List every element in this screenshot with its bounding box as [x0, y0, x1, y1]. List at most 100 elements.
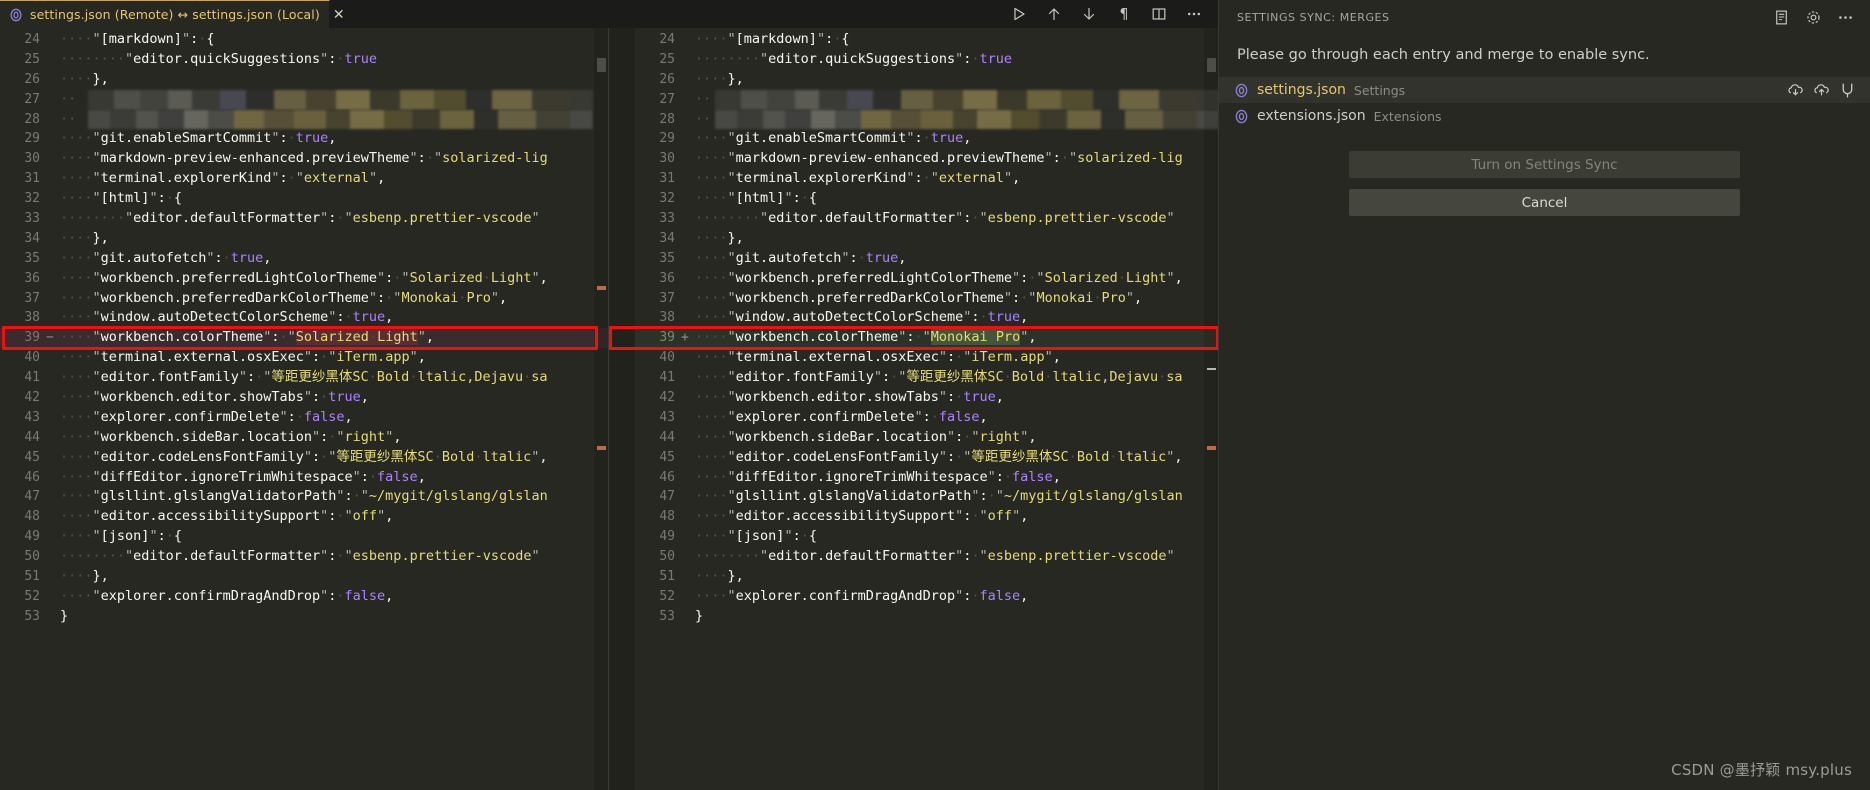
code-line[interactable]: 51 ····}, — [0, 567, 608, 587]
code-line[interactable]: 47 ····"glsllint.glslangValidatorPath":·"… — [0, 487, 608, 507]
code-line[interactable]: 53} — [0, 607, 608, 627]
code-line[interactable]: 27 ·· — [635, 89, 1218, 110]
code-line[interactable]: 50 ········"editor.defaultFormatter":·"es… — [0, 547, 608, 567]
code-line[interactable]: 40 ····"terminal.external.osxExec":·"iTer… — [635, 348, 1218, 368]
code-line[interactable]: 26 ····}, — [0, 70, 608, 90]
code-line[interactable]: 49 ····"[json]":·{ — [635, 527, 1218, 547]
code-text: ····}, — [695, 70, 744, 87]
code-line[interactable]: 35 ····"git.autofetch":·true, — [0, 249, 608, 269]
code-line[interactable]: 24 ····"[markdown]":·{ — [0, 30, 608, 50]
code-line[interactable]: 48 ····"editor.accessibilitySupport":·"of… — [635, 507, 1218, 527]
code-text: ····"diffEditor.ignoreTrimWhitespace":·f… — [695, 468, 1061, 485]
code-line[interactable]: 27 ·· — [0, 89, 608, 110]
previous-change-icon[interactable] — [1044, 4, 1064, 24]
line-number: 25 — [659, 51, 675, 67]
code-line[interactable]: 30 ····"markdown-preview-enhanced.preview… — [635, 149, 1218, 169]
code-line[interactable]: 44 ····"workbench.sideBar.location":·"rig… — [0, 428, 608, 448]
code-line[interactable]: 24 ····"[markdown]":·{ — [635, 30, 1218, 50]
code-line[interactable]: 48 ····"editor.accessibilitySupport":·"of… — [0, 507, 608, 527]
split-editor-icon[interactable] — [1149, 4, 1169, 24]
change-marker — [597, 446, 606, 450]
code-line[interactable]: 31 ····"terminal.explorerKind":·"external… — [0, 169, 608, 189]
code-line[interactable]: 52 ····"explorer.confirmDragAndDrop":·fal… — [635, 587, 1218, 607]
code-line[interactable]: 46 ····"diffEditor.ignoreTrimWhitespace":… — [0, 468, 608, 488]
code-line[interactable]: 52 ····"explorer.confirmDragAndDrop":·fal… — [0, 587, 608, 607]
scrollbar-thumb[interactable] — [1207, 58, 1216, 72]
code-line[interactable]: 53} — [635, 607, 1218, 627]
code-line[interactable]: 43 ····"explorer.confirmDelete":·false, — [0, 408, 608, 428]
merge-entry-settings-json[interactable]: settings.json Settings — [1219, 77, 1870, 103]
code-line[interactable]: 32 ····"[html]":·{ — [0, 189, 608, 209]
redacted-content — [88, 89, 593, 110]
code-line[interactable]: 38 ····"window.autoDetectColorScheme":·tr… — [635, 308, 1218, 328]
code-line[interactable]: 41 ····"editor.fontFamily":·"等距更纱黑体SC·Bol… — [635, 368, 1218, 388]
code-line[interactable]: 47 ····"glsllint.glslangValidatorPath":·"… — [635, 487, 1218, 507]
code-line[interactable]: 46 ····"diffEditor.ignoreTrimWhitespace":… — [635, 468, 1218, 488]
code-line[interactable]: 37 ····"workbench.preferredDarkColorTheme… — [635, 289, 1218, 309]
code-line[interactable]: 38 ····"window.autoDetectColorScheme":·tr… — [0, 308, 608, 328]
tab-settings-json-diff[interactable]: settings.json (Remote) ↔ settings.json (… — [0, 0, 345, 28]
code-line[interactable]: 44 ····"workbench.sideBar.location":·"rig… — [635, 428, 1218, 448]
code-line[interactable]: 31 ····"terminal.explorerKind":·"external… — [635, 169, 1218, 189]
code-line[interactable]: 32 ····"[html]":·{ — [635, 189, 1218, 209]
code-text: ····"explorer.confirmDragAndDrop":·false… — [695, 587, 1029, 604]
line-number: 28 — [24, 111, 40, 127]
code-line[interactable]: 25 ········"editor.quickSuggestions":·tru… — [635, 50, 1218, 70]
code-line[interactable]: 43 ····"explorer.confirmDelete":·false, — [635, 408, 1218, 428]
code-line[interactable]: 35 ····"git.autofetch":·true, — [635, 249, 1218, 269]
original-scrollbar[interactable] — [594, 28, 608, 790]
line-number: 25 — [24, 51, 40, 67]
code-line[interactable]: 28 ·· — [0, 109, 608, 130]
code-line[interactable]: 39 + ····"workbench.colorTheme":·"Monokai·… — [635, 328, 1218, 349]
modified-scrollbar[interactable] — [1204, 28, 1218, 790]
code-line[interactable]: 30 ····"markdown-preview-enhanced.preview… — [0, 149, 608, 169]
diff-pane-modified[interactable]: 24 ····"[markdown]":·{25 ········"editor.q… — [608, 28, 1218, 790]
code-line[interactable]: 50 ········"editor.defaultFormatter":·"es… — [635, 547, 1218, 567]
merge-entry-extensions-json[interactable]: extensions.json Extensions — [1219, 103, 1870, 129]
code-line[interactable]: 42 ····"workbench.editor.showTabs":·true, — [0, 388, 608, 408]
line-number: 24 — [659, 32, 675, 47]
cancel-button[interactable]: Cancel — [1349, 189, 1740, 216]
code-text: ····"workbench.sideBar.location":·"right… — [60, 428, 402, 445]
diff-pane-original[interactable]: 24 ····"[markdown]":·{25 ········"editor.q… — [0, 28, 608, 790]
code-line[interactable]: 40 ····"terminal.external.osxExec":·"iTer… — [0, 348, 608, 368]
more-icon[interactable] — [1834, 7, 1856, 29]
toggle-whitespace-icon[interactable]: ¶ — [1114, 4, 1134, 24]
scrollbar-thumb[interactable] — [597, 58, 606, 72]
next-change-icon[interactable] — [1079, 4, 1099, 24]
accept-local-icon[interactable] — [1813, 82, 1830, 99]
code-line[interactable]: 26 ····}, — [635, 70, 1218, 90]
line-number: 33 — [659, 211, 675, 227]
close-icon[interactable]: ✕ — [333, 8, 345, 22]
code-line[interactable]: 34 ····}, — [0, 229, 608, 249]
minimap-strip[interactable] — [609, 28, 635, 790]
accept-remote-icon[interactable] — [1787, 82, 1804, 99]
code-line[interactable]: 45 ····"editor.codeLensFontFamily":·"等距更纱… — [0, 448, 608, 468]
code-text: ····"workbench.colorTheme":·"Monokai·Pro… — [695, 329, 1037, 346]
log-icon[interactable] — [1770, 7, 1792, 29]
code-line[interactable]: 39− ····"workbench.colorTheme":·"Solarize… — [0, 328, 608, 349]
code-line[interactable]: 36 ····"workbench.preferredLightColorThem… — [0, 269, 608, 289]
code-line[interactable]: 51 ····}, — [635, 567, 1218, 587]
more-actions-icon[interactable] — [1184, 4, 1204, 24]
code-line[interactable]: 34 ····}, — [635, 229, 1218, 249]
merge-icon[interactable] — [1839, 82, 1856, 99]
code-line[interactable]: 28 ·· — [635, 109, 1218, 130]
code-line[interactable]: 42 ····"workbench.editor.showTabs":·true, — [635, 388, 1218, 408]
gear-icon[interactable] — [1802, 7, 1824, 29]
code-line[interactable]: 49 ····"[json]":·{ — [0, 527, 608, 547]
run-icon[interactable] — [1009, 4, 1029, 24]
code-line[interactable]: 45 ····"editor.codeLensFontFamily":·"等距更纱… — [635, 448, 1218, 468]
change-marker — [1207, 446, 1216, 450]
code-line[interactable]: 36 ····"workbench.preferredLightColorThem… — [635, 269, 1218, 289]
code-line[interactable]: 41 ····"editor.fontFamily":·"等距更纱黑体SC·Bol… — [0, 368, 608, 388]
code-line[interactable]: 37 ····"workbench.preferredDarkColorTheme… — [0, 289, 608, 309]
code-line[interactable]: 33 ········"editor.defaultFormatter":·"es… — [0, 209, 608, 229]
turn-on-settings-sync-button[interactable]: Turn on Settings Sync — [1349, 151, 1740, 178]
code-line[interactable]: 29 ····"git.enableSmartCommit":·true, — [635, 129, 1218, 149]
code-text: ····"editor.accessibilitySupport":·"off"… — [695, 508, 1029, 525]
code-line[interactable]: 29 ····"git.enableSmartCommit":·true, — [0, 129, 608, 149]
code-text: ········"editor.defaultFormatter":·"esbe… — [60, 548, 540, 565]
code-line[interactable]: 33 ········"editor.defaultFormatter":·"es… — [635, 209, 1218, 229]
code-line[interactable]: 25 ········"editor.quickSuggestions":·tru… — [0, 50, 608, 70]
